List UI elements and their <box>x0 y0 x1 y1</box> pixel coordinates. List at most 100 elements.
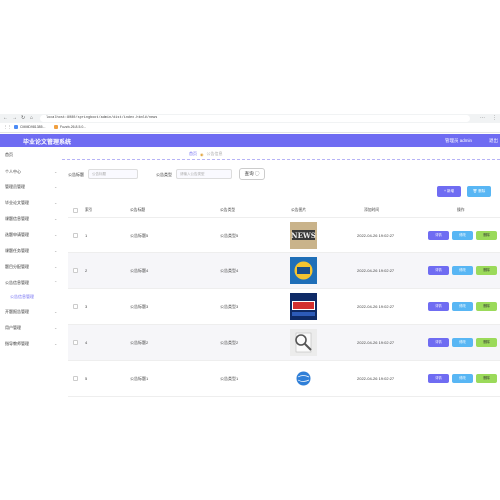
finance-thumbnail-image <box>290 293 317 320</box>
sidebar-item-admins[interactable]: 管理员管理 <box>5 184 25 190</box>
chevron-down-icon: ⌄ <box>54 309 58 314</box>
bookmark-item[interactable]: Fuzzb-26.8.5.0... <box>54 125 86 129</box>
row-type: 公告类型2 <box>220 340 239 345</box>
edit-button[interactable]: 修改 <box>452 374 473 383</box>
home-icon[interactable]: ⌂ <box>30 115 33 121</box>
view-button[interactable]: 详情 <box>428 231 449 240</box>
bookmark-item[interactable]: CMMD981385... <box>14 125 45 129</box>
sidebar-item-profile[interactable]: 个人中心 <box>5 169 21 175</box>
column-header-type: 公告类型 <box>220 208 236 212</box>
sidebar: 首页 个人中心 ⌄ 管理员管理 ⌄ 毕业论文管理 ⌄ 课题信息管理 ⌄ 选题申请… <box>0 147 62 500</box>
delete-button[interactable]: 删除 <box>476 302 497 311</box>
table-row: 4 公告标题2 公告类型2 2022-04-26 19:02:27 详情 修改 … <box>68 325 500 361</box>
reload-icon[interactable]: ↻ <box>21 115 25 121</box>
sidebar-item-advisors[interactable]: 指导教师管理 <box>5 341 29 347</box>
delete-button[interactable]: 删除 <box>476 231 497 240</box>
svg-text:NEWS: NEWS <box>291 231 316 240</box>
column-header-title: 公告标题 <box>130 208 146 212</box>
chevron-up-icon: ⌃ <box>54 280 58 285</box>
row-type: 公告类型4 <box>220 268 239 273</box>
breadcrumb-bar: 首页 ◉ 公告信息 <box>62 147 500 160</box>
type-filter-label: 公告类型 <box>156 172 172 177</box>
add-button[interactable]: + 新增 <box>437 186 461 197</box>
breadcrumb-separator-icon: ◉ <box>200 151 204 157</box>
current-user: 管理员 admin <box>444 138 472 143</box>
menu-icon[interactable]: ⋮ <box>492 115 497 121</box>
sidebar-item-announcements[interactable]: 公告信息管理 <box>5 280 29 286</box>
edit-button[interactable]: 修改 <box>452 231 473 240</box>
title-filter-input[interactable]: 公告标题 <box>88 169 138 179</box>
delete-button[interactable]: 删除 <box>476 266 497 275</box>
app-header: 毕业论文管理系统 管理员 admin 退出 <box>0 134 500 147</box>
sidebar-item-assignments[interactable]: 题目分配管理 <box>5 264 29 270</box>
sidebar-item-tasks[interactable]: 课题任务管理 <box>5 248 29 254</box>
row-type: 公告类型5 <box>220 233 239 238</box>
chevron-down-icon: ⌄ <box>54 184 58 189</box>
edit-button[interactable]: 修改 <box>452 266 473 275</box>
row-index: 5 <box>85 376 88 381</box>
row-title: 公告标题4 <box>130 268 149 273</box>
view-button[interactable]: 详情 <box>428 338 449 347</box>
chevron-down-icon: ⌄ <box>54 200 58 205</box>
sidebar-item-topics[interactable]: 课题信息管理 <box>5 216 29 222</box>
browser-toolbar: ← → ↻ ⌂ localhost:8080/springboot/admin/… <box>0 114 500 123</box>
bookmark-favicon-icon <box>54 125 58 129</box>
table-row: 1 公告标题5 公告类型5 NEWS 2022-04-26 19:02:27 详… <box>68 218 500 253</box>
search-button[interactable]: 查询 ◯ <box>239 168 265 180</box>
row-checkbox[interactable] <box>73 376 78 381</box>
chevron-down-icon: ⌄ <box>54 248 58 253</box>
type-filter-input[interactable]: 请输入公告类型 <box>176 169 232 179</box>
sidebar-item-theses[interactable]: 毕业论文管理 <box>5 200 29 206</box>
edit-button[interactable]: 修改 <box>452 338 473 347</box>
table-row: 5 公告标题1 公告类型1 2022-04-26 19:02:27 详情 修改 … <box>68 361 500 397</box>
sidebar-item-users[interactable]: 用户管理 <box>5 325 21 331</box>
view-button[interactable]: 详情 <box>428 302 449 311</box>
breadcrumb-current: 公告信息 <box>206 151 223 156</box>
chevron-down-icon: ⌄ <box>54 264 58 269</box>
app-title: 毕业论文管理系统 <box>23 140 72 146</box>
delete-button[interactable]: 删除 <box>476 374 497 383</box>
bookmark-favicon-icon <box>14 125 18 129</box>
row-index: 2 <box>85 268 88 273</box>
table-header: 索引 公告标题 公告类型 公告图片 添加时间 操作 <box>68 203 500 218</box>
chevron-down-icon: ⌄ <box>54 216 58 221</box>
row-time: 2022-04-26 19:02:27 <box>357 304 395 309</box>
chevron-down-icon: ⌄ <box>54 325 58 330</box>
title-filter-label: 公告标题 <box>68 172 84 177</box>
bookmark-apps-icon[interactable]: ⋮⋮ <box>4 125 11 129</box>
bulk-delete-button[interactable]: 🗑 删除 <box>467 186 491 197</box>
row-checkbox[interactable] <box>73 233 78 238</box>
extensions-icon[interactable]: ⋯ <box>480 115 485 121</box>
chevron-down-icon: ⌄ <box>54 169 58 174</box>
row-time: 2022-04-26 19:02:27 <box>357 268 395 273</box>
row-index: 1 <box>85 233 88 238</box>
column-header-time: 添加时间 <box>364 208 380 212</box>
column-header-image: 公告图片 <box>291 208 307 212</box>
forward-icon[interactable]: → <box>12 115 17 121</box>
row-checkbox[interactable] <box>73 304 78 309</box>
row-title: 公告标题2 <box>130 340 149 345</box>
back-icon[interactable]: ← <box>3 115 8 121</box>
row-time: 2022-04-26 19:02:27 <box>357 233 395 238</box>
sidebar-subitem-announcements[interactable]: 公告信息管理 <box>10 294 34 300</box>
breadcrumb: 首页 ◉ 公告信息 <box>189 151 223 157</box>
row-checkbox[interactable] <box>73 340 78 345</box>
select-all-checkbox[interactable] <box>73 208 78 213</box>
address-bar[interactable]: localhost:8080/springboot/admin/dist/ind… <box>40 115 470 122</box>
sidebar-item-proposals[interactable]: 开题报告管理 <box>5 309 29 315</box>
column-header-actions: 操作 <box>457 208 465 212</box>
logout-link[interactable]: 退出 <box>489 138 498 144</box>
edit-button[interactable]: 修改 <box>452 302 473 311</box>
table-row: 2 公告标题4 公告类型4 2022-04-26 19:02:27 详情 修改 … <box>68 253 500 289</box>
delete-button[interactable]: 删除 <box>476 338 497 347</box>
row-title: 公告标题1 <box>130 376 149 381</box>
row-checkbox[interactable] <box>73 268 78 273</box>
row-index: 4 <box>85 340 88 345</box>
view-button[interactable]: 详情 <box>428 266 449 275</box>
view-button[interactable]: 详情 <box>428 374 449 383</box>
breadcrumb-home[interactable]: 首页 <box>189 151 197 157</box>
sidebar-item-topic-requests[interactable]: 选题申请管理 <box>5 232 29 238</box>
row-time: 2022-04-26 19:02:27 <box>357 376 395 381</box>
sidebar-item-home[interactable]: 首页 <box>5 152 13 158</box>
row-index: 3 <box>85 304 88 309</box>
